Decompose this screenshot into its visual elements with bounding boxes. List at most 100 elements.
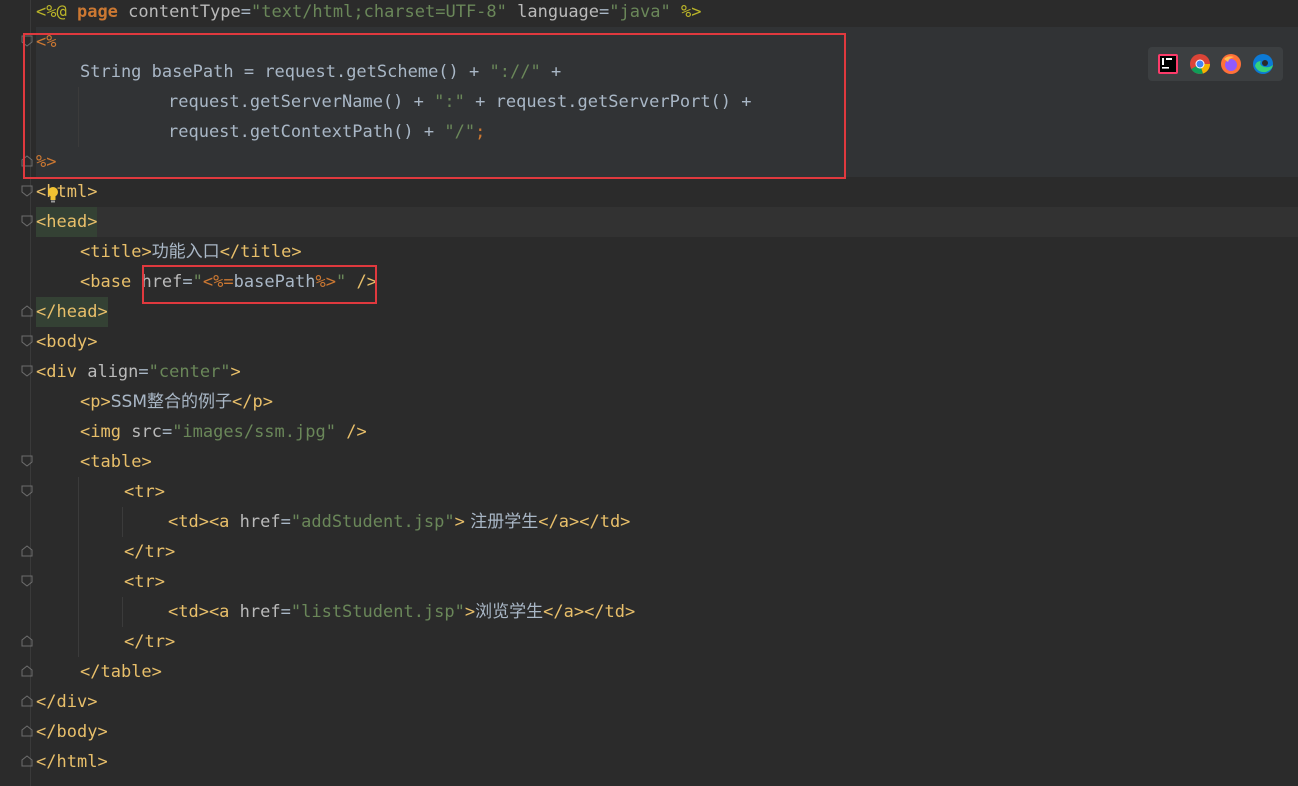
edge-icon[interactable]	[1252, 53, 1274, 75]
tag-bracket: >	[97, 752, 108, 772]
tag-bracket: <	[80, 452, 91, 472]
code-line-7[interactable]: <html>	[36, 177, 97, 207]
tag-bracket: <	[36, 182, 47, 202]
tag-bracket: >	[87, 212, 98, 232]
code-line-9[interactable]: <title>功能入口</title>	[80, 237, 302, 267]
link-href[interactable]: "addStudent.jsp"	[291, 512, 455, 532]
fold-marker[interactable]	[21, 575, 33, 587]
tag-name: head	[56, 302, 98, 322]
attr-value: "java"	[609, 2, 671, 22]
td-a-open: <td><a	[168, 512, 230, 532]
td-a-close: </a></td>	[543, 602, 636, 622]
code-line-8[interactable]: <head>	[36, 207, 98, 237]
browser-preview-bar	[1148, 47, 1283, 81]
attr-name: align	[87, 362, 139, 382]
fold-marker[interactable]	[21, 365, 33, 377]
intellij-icon[interactable]	[1157, 53, 1179, 75]
tag-bracket: </	[36, 692, 57, 712]
link-href[interactable]: "listStudent.jsp"	[291, 602, 465, 622]
fold-marker[interactable]	[21, 215, 33, 227]
code-line-21[interactable]: <td><a href="listStudent.jsp">浏览学生</a></…	[168, 597, 635, 627]
attr-name: contentType	[128, 2, 241, 22]
code-line-17[interactable]: <tr>	[124, 477, 165, 507]
code-line-18[interactable]: <td><a href="addStudent.jsp"> 注册学生</a></…	[168, 507, 630, 537]
tag-bracket: >	[164, 632, 176, 652]
tag-name: img	[90, 422, 121, 442]
code-line-22[interactable]: </tr>	[124, 627, 175, 657]
tag-bracket: >	[141, 242, 152, 262]
td-a-close: </a></td>	[538, 512, 631, 532]
code-line-19[interactable]: </tr>	[124, 537, 175, 567]
tag-name: body	[46, 332, 88, 352]
attr-value: "center"	[148, 362, 231, 382]
tag-name: title	[90, 242, 142, 262]
tag-name: p	[90, 392, 101, 412]
tag-name: html	[56, 752, 98, 772]
code-line-25[interactable]: </body>	[36, 717, 108, 747]
fold-marker[interactable]	[21, 335, 33, 347]
td-a-open: <td><a	[168, 602, 230, 622]
tag-bracket: >	[97, 302, 108, 322]
link-text: 浏览学生	[475, 602, 544, 622]
tag-bracket: <	[80, 422, 91, 442]
indent-guide	[122, 507, 123, 537]
code-line-26[interactable]: </html>	[36, 747, 108, 777]
tag-name: tr	[134, 572, 155, 592]
tag-bracket: </	[36, 722, 57, 742]
tag-bracket: <	[80, 242, 91, 262]
tag-bracket: >	[291, 242, 302, 262]
current-line-highlight	[36, 207, 1298, 237]
equals: =	[138, 362, 149, 382]
fold-marker[interactable]	[21, 485, 33, 497]
fold-marker[interactable]	[21, 695, 33, 707]
page-keyword: page	[76, 2, 118, 22]
tag-bracket: >	[154, 482, 165, 502]
lightbulb-icon[interactable]	[47, 186, 59, 204]
tag-bracket: <	[124, 482, 135, 502]
tag-bracket: <	[36, 212, 47, 232]
tag-bracket: >	[141, 452, 152, 472]
tag-bracket: <	[36, 332, 47, 352]
tag-name: tr	[144, 542, 165, 562]
tag-bracket: </	[232, 392, 253, 412]
code-line-14[interactable]: <p>SSM整合的例子</p>	[80, 387, 273, 417]
tag-name: body	[56, 722, 98, 742]
tag-name: div	[56, 692, 88, 712]
tag-name: head	[46, 212, 88, 232]
equals: =	[280, 512, 291, 532]
code-line-11[interactable]: </head>	[36, 297, 108, 327]
code-line-20[interactable]: <tr>	[124, 567, 165, 597]
firefox-icon[interactable]	[1220, 53, 1242, 75]
tag-name: tr	[134, 482, 155, 502]
tag-bracket: >	[262, 392, 273, 412]
fold-marker[interactable]	[21, 185, 33, 197]
code-line-12[interactable]: <body>	[36, 327, 97, 357]
tag-bracket: >	[154, 572, 165, 592]
attr-name: src	[131, 422, 162, 442]
fold-marker[interactable]	[21, 665, 33, 677]
tag-name: tr	[144, 632, 165, 652]
attr-name: href	[239, 512, 281, 532]
code-line-24[interactable]: </div>	[36, 687, 97, 717]
equals: =	[280, 602, 291, 622]
tag-bracket: </	[219, 242, 241, 262]
fold-marker[interactable]	[21, 755, 33, 767]
tag-bracket: >	[100, 392, 111, 412]
tag-bracket: >	[87, 692, 98, 712]
equals: =	[599, 2, 610, 22]
fold-marker[interactable]	[21, 305, 33, 317]
fold-marker[interactable]	[21, 455, 33, 467]
code-line-13[interactable]: <div align="center">	[36, 357, 241, 387]
equals: =	[161, 422, 173, 442]
code-line-23[interactable]: </table>	[80, 657, 162, 687]
tag-name: base	[90, 272, 132, 292]
fold-marker[interactable]	[21, 725, 33, 737]
tag-bracket: >	[87, 182, 98, 202]
fold-marker[interactable]	[21, 545, 33, 557]
tag-bracket: <	[80, 392, 91, 412]
code-line-15[interactable]: <img src="images/ssm.jpg" />	[80, 417, 367, 447]
code-line-1[interactable]: <%@ page contentType="text/html;charset=…	[36, 0, 701, 27]
chrome-icon[interactable]	[1189, 53, 1211, 75]
fold-marker[interactable]	[21, 635, 33, 647]
code-line-16[interactable]: <table>	[80, 447, 152, 477]
